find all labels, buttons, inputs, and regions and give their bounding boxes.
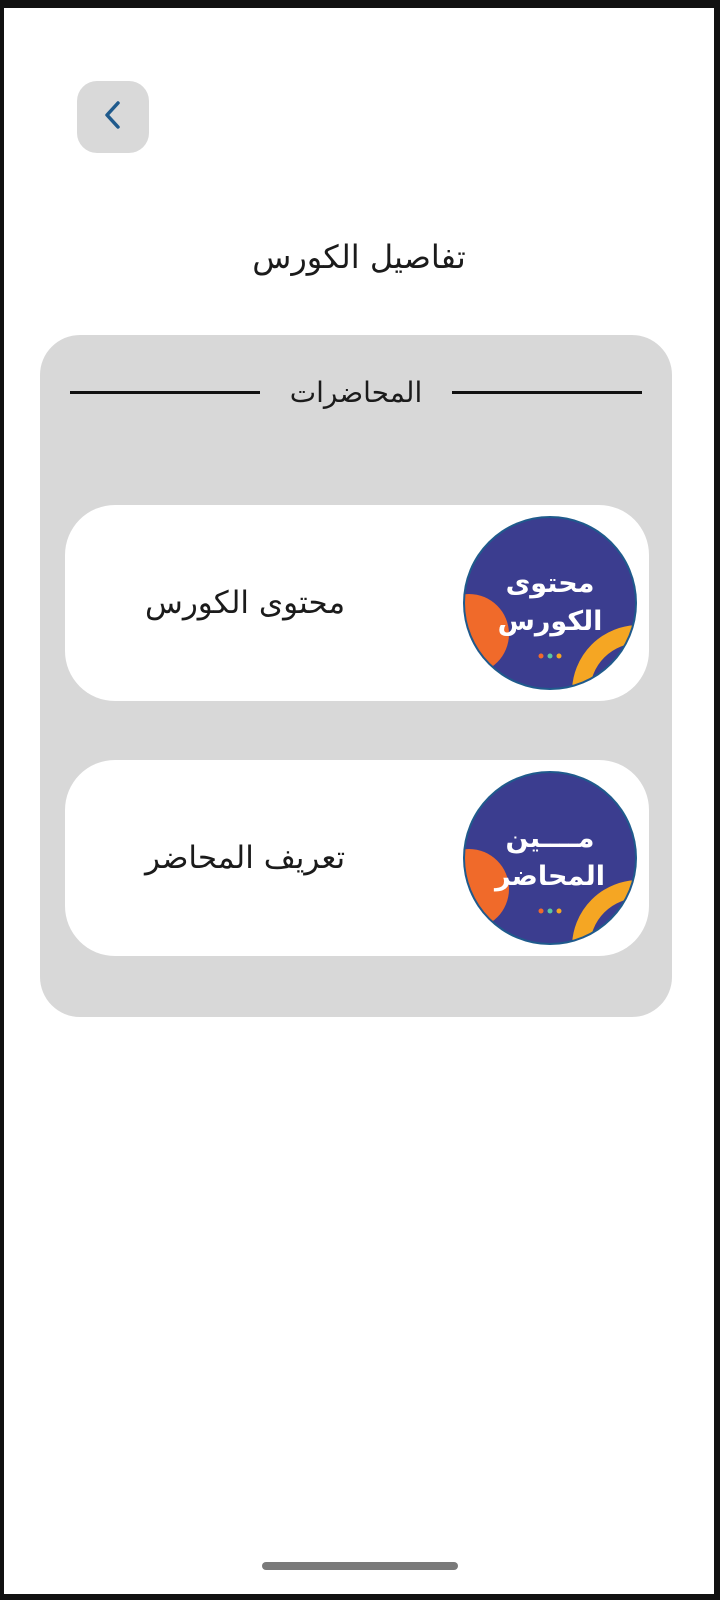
instructor-intro-card[interactable]: مــــين المحاضر تعريف المحاضر <box>65 760 649 956</box>
thumbnail-text: محتوى الكورس <box>461 514 639 692</box>
card-title: محتوى الكورس <box>145 585 346 621</box>
chevron-left-icon <box>101 97 125 137</box>
thumbnail-line-2: الكورس <box>497 606 603 637</box>
thumbnail-line-1: مــــين <box>505 823 595 854</box>
course-content-card[interactable]: محتوى الكورس محتوى الكورس <box>65 505 649 701</box>
course-content-thumbnail: محتوى الكورس <box>461 514 639 692</box>
screen: تفاصيل الكورس المحاضرات محتوى الكورس محت… <box>4 8 714 1594</box>
section-divider: المحاضرات <box>70 372 642 412</box>
page-title: تفاصيل الكورس <box>252 238 466 276</box>
instructor-thumbnail: مــــين المحاضر <box>461 769 639 947</box>
lectures-panel: المحاضرات محتوى الكورس محتوى الكورس مـــ… <box>40 335 672 1017</box>
thumbnail-line-1: محتوى <box>505 568 595 599</box>
thumbnail-text: مــــين المحاضر <box>461 769 639 947</box>
back-button[interactable] <box>77 81 149 153</box>
divider-line-right <box>452 390 642 394</box>
card-title: تعريف المحاضر <box>145 840 346 876</box>
section-label: المحاضرات <box>289 375 423 409</box>
divider-line-left <box>70 390 260 394</box>
thumbnail-line-2: المحاضر <box>495 861 605 892</box>
home-indicator[interactable] <box>262 1562 458 1570</box>
